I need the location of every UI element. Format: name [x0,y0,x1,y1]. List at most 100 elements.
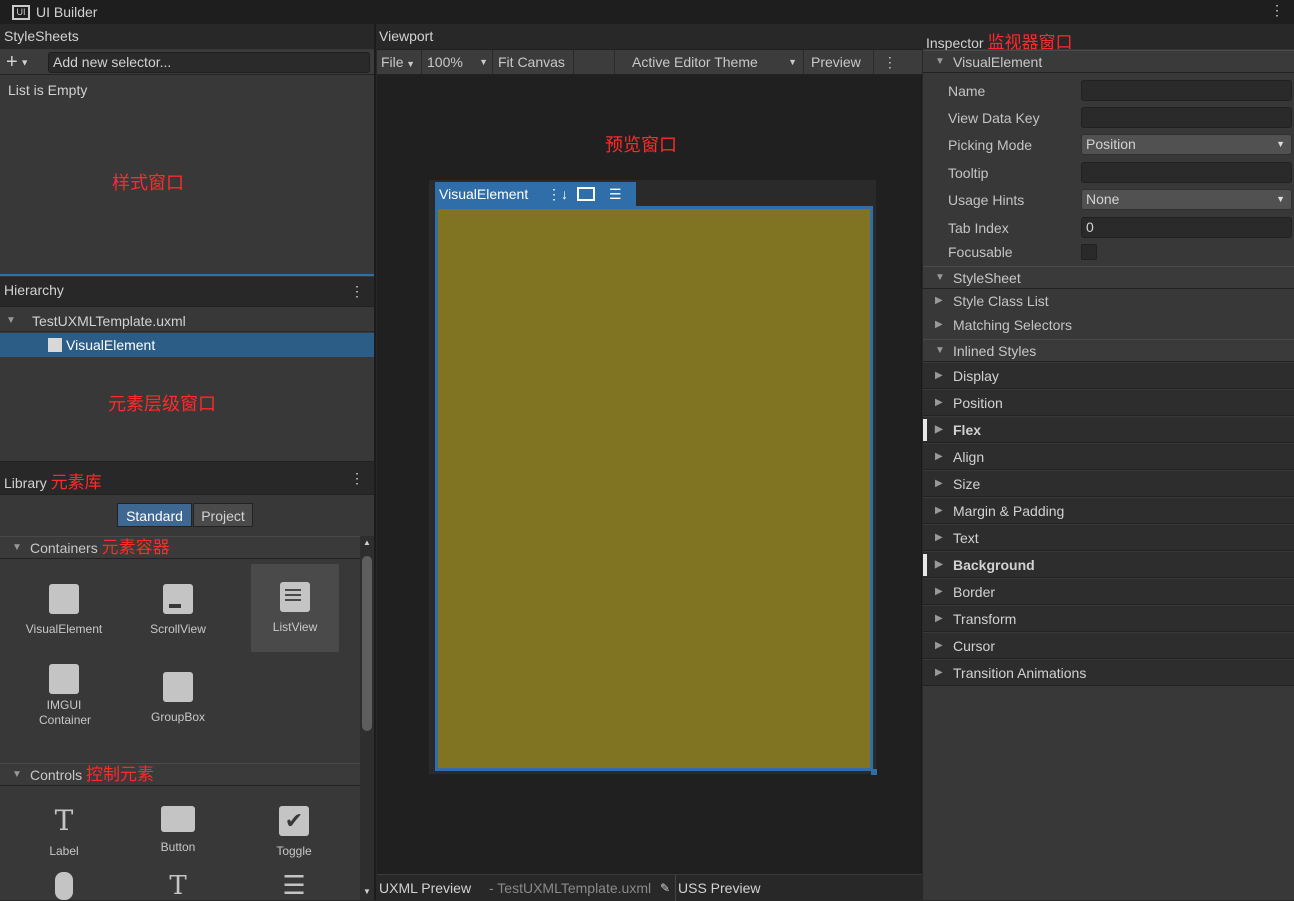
library-item-label[interactable]: TLabel [6,788,122,876]
listview-icon [280,582,310,612]
selector-placeholder: Add new selector... [53,54,171,70]
uxml-preview-title[interactable]: UXML Preview [379,875,471,901]
viewport-title: Viewport [377,24,922,49]
align-icon[interactable] [577,187,595,201]
uss-preview-title[interactable]: USS Preview [675,875,760,901]
matching-selectors-foldout[interactable]: ▶Matching Selectors [923,313,1072,337]
library-item-scrollview[interactable]: ScrollView [120,566,236,654]
style-transform[interactable]: ▶Transform [923,606,1294,632]
foldout-arrow-icon: ▶ [935,606,943,632]
tree-item-selected[interactable]: VisualElement [0,333,374,357]
viewport-menu-icon[interactable]: ⋮ [875,50,922,74]
style-text[interactable]: ▶Text [923,525,1294,551]
foldout-arrow-icon: ▶ [935,363,943,389]
uxml-file-name: - TestUXMLTemplate.uxml [489,875,661,901]
tree-item-label: TestUXMLTemplate.uxml [32,313,186,329]
library-menu-icon[interactable]: ⋮ [350,470,364,487]
view-data-key-label: View Data Key [948,106,1040,130]
left-pane: StyleSheets + ▼ Add new selector... List… [0,24,376,900]
foldout-arrow-icon: ▶ [935,444,943,470]
override-indicator [923,419,927,441]
hierarchy-header: Hierarchy ⋮ [0,277,374,307]
library-item-toggle[interactable]: ✔Toggle [236,788,352,876]
splitter[interactable] [0,274,374,276]
controls-foldout[interactable]: ▼Controls 控制元素 [0,763,360,786]
tab-standard[interactable]: Standard [117,503,192,527]
scrollbar-thumb[interactable] [362,556,372,731]
style-position[interactable]: ▶Position [923,390,1294,416]
library-item-textfield[interactable]: T [120,872,236,900]
style-cursor[interactable]: ▶Cursor [923,633,1294,659]
tab-index-label: Tab Index [948,216,1009,240]
visual-element-canvas[interactable] [435,206,873,771]
justify-icon[interactable]: ☰ [609,182,622,206]
style-size[interactable]: ▶ Size [923,471,1294,497]
tooltip-field[interactable] [1081,162,1292,183]
view-data-key-field[interactable] [1081,107,1292,128]
tab-project[interactable]: Project [193,503,253,527]
style-label: Transition Animations [953,665,1086,681]
library-item-list[interactable]: ☰ [236,872,352,900]
flex-direction-icon[interactable]: ⋮↓ [547,182,568,206]
zoom-dropdown[interactable]: 100% ▼ [423,50,493,74]
file-menu[interactable]: File ▼ [377,50,422,74]
style-class-list-foldout[interactable]: ▶Style Class List [923,289,1049,313]
focusable-checkbox[interactable] [1081,244,1097,260]
library-scrollbar[interactable]: ▲ ▼ [360,536,374,900]
style-align[interactable]: ▶Align [923,444,1294,470]
scroll-down-icon[interactable]: ▼ [363,887,371,896]
stylesheet-foldout[interactable]: ▼StyleSheet [923,266,1294,289]
item-label: ScrollView [150,622,206,636]
style-label: Border [953,584,995,600]
hierarchy-menu-icon[interactable]: ⋮ [350,283,364,300]
style-label: Cursor [953,638,995,654]
picking-mode-label: Picking Mode [948,133,1032,157]
usage-hints-label: Usage Hints [948,188,1024,212]
element-header[interactable]: VisualElement ⋮↓ ☰ [435,182,636,206]
foldout-arrow-icon: ▶ [935,390,943,416]
foldout-arrow-icon: ▶ [935,498,943,524]
fit-canvas-button[interactable]: Fit Canvas [494,50,574,74]
library-item-scroller[interactable] [6,872,122,900]
stylesheets-toolbar: + ▼ Add new selector... [0,50,374,75]
scroll-up-icon[interactable]: ▲ [363,538,371,547]
picking-mode-dropdown[interactable]: Position [1081,134,1292,155]
name-field[interactable] [1081,80,1292,101]
tree-item-file[interactable]: ▼ TestUXMLTemplate.uxml [0,310,374,332]
library-item-listview[interactable]: ListView [251,564,339,652]
expand-arrow-icon[interactable]: ▼ [6,310,16,332]
visual-element-icon [49,584,79,614]
inlined-styles-foldout[interactable]: ▼Inlined Styles [923,339,1294,362]
library-item-button[interactable]: Button [120,788,236,876]
window-menu-icon[interactable]: ⋮ [1270,2,1284,19]
item-label: IMGUI Container [39,698,89,728]
style-background[interactable]: ▶Background [923,552,1294,578]
foldout-arrow-icon: ▶ [935,471,943,497]
theme-label: Active Editor Theme [632,54,758,70]
style-label: Size [953,476,980,492]
theme-dropdown[interactable]: Active Editor Theme ▼ [616,50,804,74]
file-label: File [381,54,404,70]
focusable-label: Focusable [948,240,1013,264]
library-scroll-area: ▼Containers 元素容器 VisualElement ScrollVie… [0,536,360,900]
resize-handle[interactable] [871,769,877,775]
imgui-container-icon [49,664,79,694]
selector-input[interactable]: Add new selector... [48,52,370,73]
add-stylesheet-button[interactable]: + ▼ [6,50,29,75]
library-item-imgui-container[interactable]: IMGUI Container [6,654,122,742]
preview-button[interactable]: Preview [805,50,874,74]
containers-foldout[interactable]: ▼Containers 元素容器 [0,536,360,559]
style-flex[interactable]: ▶Flex [923,417,1294,443]
visual-element-icon [48,338,62,352]
style-label: Display [953,368,999,384]
style-border[interactable]: ▶Border [923,579,1294,605]
style-transition-animations[interactable]: ▶Transition Animations [923,660,1294,686]
style-margin-padding[interactable]: ▶Margin & Padding [923,498,1294,524]
usage-hints-dropdown[interactable]: None [1081,189,1292,210]
tab-index-field[interactable]: 0 [1081,217,1292,238]
visualelement-foldout[interactable]: ▼VisualElement [923,50,1294,73]
library-item-groupbox[interactable]: GroupBox [120,654,236,742]
edit-icon[interactable]: ✎ [660,875,670,901]
library-item-visualelement[interactable]: VisualElement [6,566,122,654]
style-display[interactable]: ▶ Display [923,363,1294,389]
